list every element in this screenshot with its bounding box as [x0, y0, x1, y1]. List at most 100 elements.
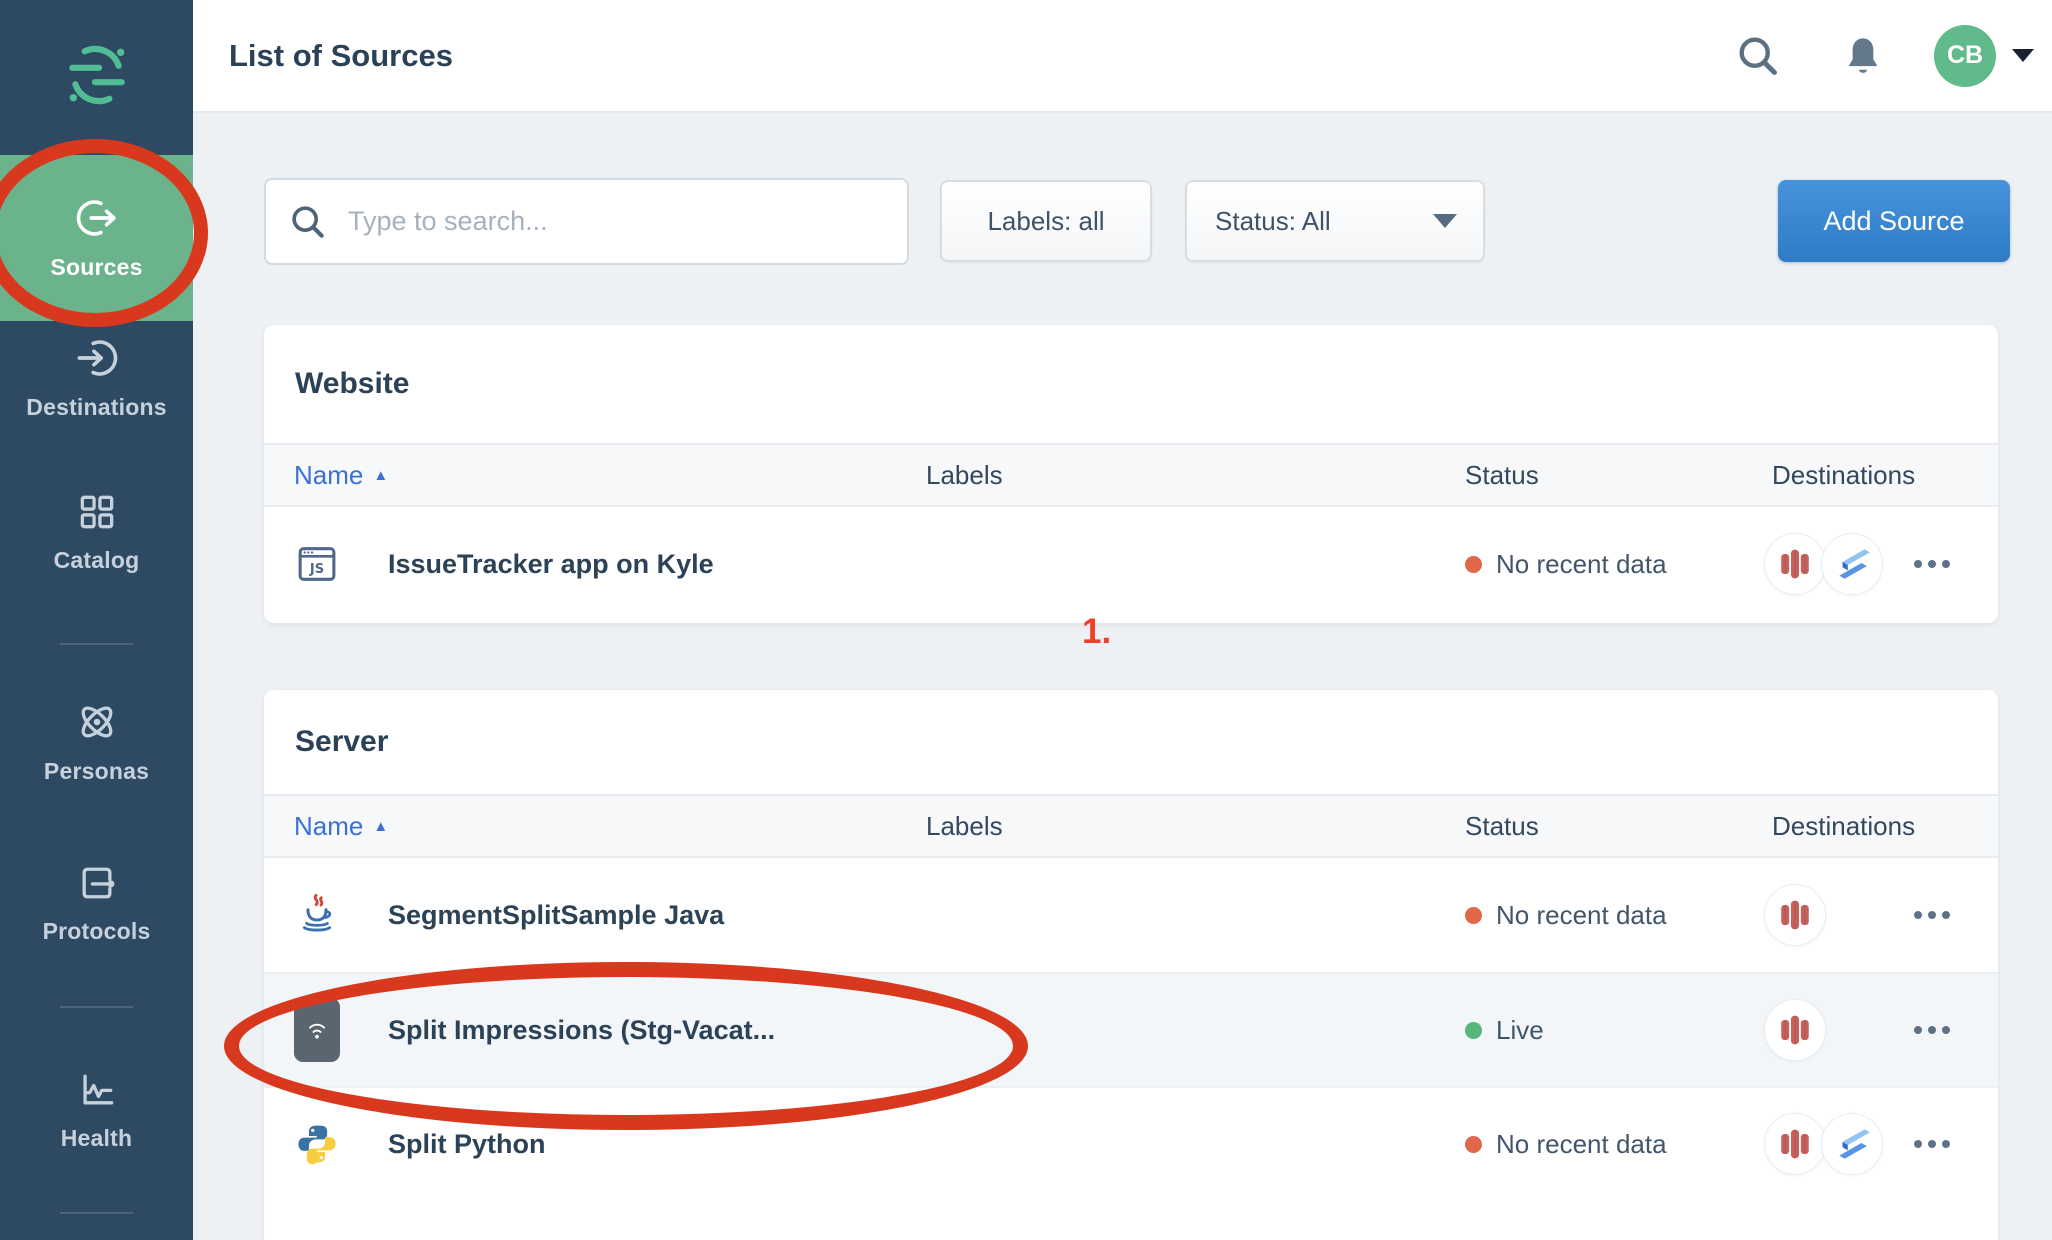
section-title-website: Website [264, 325, 1998, 443]
main-content: Labels: all Status: All Add Source Websi… [193, 113, 2052, 1240]
column-header-labels: Labels [926, 811, 1465, 842]
column-header-name[interactable]: Name ▲ [294, 460, 926, 491]
source-name-link[interactable]: Split Python [388, 1129, 546, 1160]
health-icon [75, 1068, 119, 1112]
destination-badges [1764, 884, 1826, 946]
status-filter-dropdown[interactable]: Status: All [1185, 180, 1485, 262]
website-sources-card: Website Name ▲ Labels Status Destination… [264, 325, 1998, 623]
source-name-cell: JS IssueTracker app on Kyle [294, 541, 926, 587]
add-source-button[interactable]: Add Source [1778, 180, 2010, 262]
sidebar-item-label: Destinations [26, 394, 166, 421]
status-dot-warning [1465, 556, 1482, 573]
status-cell: Live [1465, 1015, 1772, 1046]
sort-ascending-icon: ▲ [373, 467, 388, 484]
status-filter-label: Status: All [1215, 206, 1331, 237]
destinations-cell [1772, 1113, 1968, 1175]
status-cell: No recent data [1465, 1129, 1772, 1160]
top-bar: List of Sources CB [193, 0, 2052, 113]
status-dot-warning [1465, 1136, 1482, 1153]
segment-logo[interactable] [0, 40, 193, 110]
destinations-icon [74, 335, 120, 381]
column-header-status: Status [1465, 460, 1772, 491]
source-search [264, 178, 909, 265]
table-row-issuetracker[interactable]: JS IssueTracker app on Kyle No recent da… [264, 507, 1998, 621]
source-name-cell: Split Python [294, 1121, 926, 1167]
search-icon [1735, 33, 1781, 79]
sidebar-divider [60, 643, 133, 645]
labels-filter-button[interactable]: Labels: all [940, 180, 1152, 262]
column-header-destinations: Destinations [1772, 460, 1968, 491]
source-name-link[interactable]: IssueTracker app on Kyle [388, 549, 714, 580]
destinations-cell [1772, 533, 1968, 595]
source-name-link[interactable]: Split Impressions (Stg-Vacat... [388, 1015, 775, 1046]
destinations-cell [1772, 999, 1968, 1061]
status-cell: No recent data [1465, 900, 1772, 931]
protocols-icon [75, 861, 119, 905]
sidebar-item-label: Catalog [54, 547, 140, 574]
status-cell: No recent data [1465, 549, 1772, 580]
search-input[interactable] [348, 206, 885, 237]
destination-split-icon[interactable] [1821, 1113, 1883, 1175]
table-row-split-impressions[interactable]: Split Impressions (Stg-Vacat... Live [264, 972, 1998, 1086]
labels-filter-label: Labels: all [987, 206, 1104, 237]
status-dot-success [1465, 1022, 1482, 1039]
column-header-destinations: Destinations [1772, 811, 1968, 842]
table-row-split-python[interactable]: Split Python No recent data [264, 1086, 1998, 1200]
search-icon [288, 202, 328, 242]
sidebar-item-personas[interactable]: Personas [0, 690, 193, 794]
status-text: No recent data [1496, 549, 1667, 580]
java-source-icon [294, 892, 340, 938]
wifi-beacon-source-icon [294, 998, 340, 1062]
sidebar-divider [60, 1212, 133, 1214]
server-sources-card: Server Name ▲ Labels Status Destinations [264, 690, 1998, 1240]
destination-badges [1764, 1113, 1883, 1175]
column-header-labels: Labels [926, 460, 1465, 491]
source-name-cell: Split Impressions (Stg-Vacat... [294, 998, 926, 1062]
destination-badges [1764, 533, 1883, 595]
destinations-cell [1772, 884, 1968, 946]
segment-logo-icon [64, 40, 130, 110]
sidebar-item-label: Personas [44, 758, 149, 785]
chevron-down-icon [1433, 214, 1457, 228]
row-actions-button[interactable] [1904, 1016, 1960, 1044]
destination-split-icon[interactable] [1821, 533, 1883, 595]
sort-ascending-icon: ▲ [373, 818, 388, 835]
app-screen: Sources Destinations Catalog [0, 0, 2052, 1240]
row-actions-button[interactable] [1904, 550, 1960, 578]
destination-red-cylinder-icon[interactable] [1764, 999, 1826, 1061]
personas-icon [74, 699, 120, 745]
table-row-java[interactable]: SegmentSplitSample Java No recent data [264, 858, 1998, 972]
section-title-server: Server [264, 690, 1998, 794]
table-header: Name ▲ Labels Status Destinations [264, 443, 1998, 507]
sidebar-item-health[interactable]: Health [0, 1058, 193, 1162]
bell-icon [1840, 33, 1886, 79]
destination-badges [1764, 999, 1826, 1061]
sidebar-item-catalog[interactable]: Catalog [0, 480, 193, 584]
status-text: Live [1496, 1015, 1544, 1046]
sidebar-item-protocols[interactable]: Protocols [0, 851, 193, 955]
global-search-button[interactable] [1735, 33, 1781, 79]
column-header-status: Status [1465, 811, 1772, 842]
status-text: No recent data [1496, 900, 1667, 931]
source-name-cell: SegmentSplitSample Java [294, 892, 926, 938]
destination-red-cylinder-icon[interactable] [1764, 884, 1826, 946]
row-actions-button[interactable] [1904, 1130, 1960, 1158]
catalog-icon [75, 490, 119, 534]
account-menu-caret-icon[interactable] [2012, 49, 2034, 62]
sources-icon [74, 195, 120, 241]
destination-red-cylinder-icon[interactable] [1764, 1113, 1826, 1175]
avatar-initials: CB [1947, 41, 1983, 70]
source-name-link[interactable]: SegmentSplitSample Java [388, 900, 724, 931]
row-actions-button[interactable] [1904, 901, 1960, 929]
sidebar: Sources Destinations Catalog [0, 0, 193, 1240]
avatar[interactable]: CB [1934, 25, 1996, 87]
javascript-source-icon: JS [294, 541, 340, 587]
python-source-icon [294, 1121, 340, 1167]
destination-red-cylinder-icon[interactable] [1764, 533, 1826, 595]
notifications-button[interactable] [1840, 33, 1886, 79]
column-header-name[interactable]: Name ▲ [294, 811, 926, 842]
sidebar-item-destinations[interactable]: Destinations [0, 326, 193, 430]
sidebar-item-sources[interactable]: Sources [0, 155, 193, 321]
status-text: No recent data [1496, 1129, 1667, 1160]
status-dot-warning [1465, 907, 1482, 924]
